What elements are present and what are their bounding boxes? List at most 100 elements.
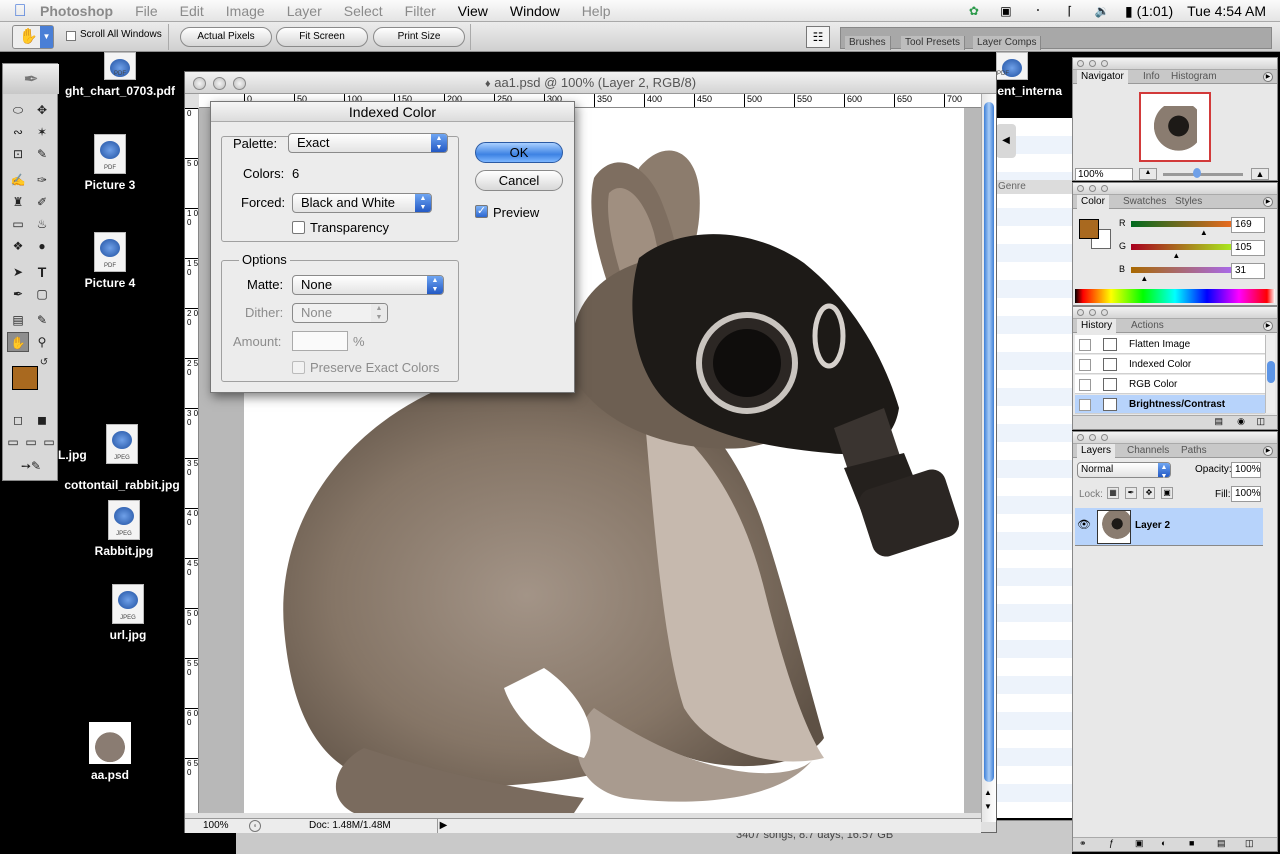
history-item[interactable]: RGB Color	[1075, 375, 1265, 394]
document-size[interactable]: Doc: 1.48M/1.48M	[309, 819, 391, 833]
leaf-status-icon[interactable]: ✿	[965, 4, 983, 18]
volume-icon[interactable]: 🔉	[1093, 4, 1111, 18]
path-selection-tool-icon[interactable]: ➤	[7, 262, 29, 282]
scroll-thumb[interactable]	[984, 102, 994, 782]
desktop-icon-cottontail-rabbit[interactable]: cottontail_rabbit.jpg	[58, 474, 186, 492]
history-scroll-thumb[interactable]	[1267, 361, 1275, 383]
tab-actions[interactable]: Actions	[1127, 319, 1168, 333]
dither-select[interactable]: None ▲ ▼	[292, 303, 388, 323]
notes-tool-icon[interactable]: ▤	[7, 310, 29, 330]
minimize-palette-button[interactable]	[1089, 309, 1096, 316]
clone-stamp-tool-icon[interactable]: ♜	[7, 192, 29, 212]
menu-select[interactable]: Select	[344, 3, 383, 19]
desktop-icon-dent-interna[interactable]: PDF dent_interna	[990, 52, 1074, 98]
crop-tool-icon[interactable]: ⊡	[7, 144, 29, 164]
scroll-down-arrow[interactable]: ▼	[984, 802, 992, 811]
navigator-preview[interactable]	[1139, 92, 1211, 162]
menu-filter[interactable]: Filter	[405, 3, 436, 19]
r-slider[interactable]	[1131, 221, 1241, 227]
palette-title-bar[interactable]	[1073, 58, 1277, 70]
vertical-ruler[interactable]: 0 5 0 1 0 0 1 5 0 2 0 0 2 5 0 3 0 0 3 5 0 4 0 0 4…	[185, 108, 199, 813]
column-header-genre[interactable]: Genre	[996, 180, 1072, 194]
zoom-tool-icon[interactable]: ⚲	[31, 332, 53, 352]
menu-image[interactable]: Image	[226, 3, 265, 19]
zoom-slider-thumb[interactable]	[1193, 168, 1201, 178]
display-icon[interactable]: ▣	[997, 4, 1015, 18]
close-palette-button[interactable]	[1077, 185, 1084, 192]
move-tool-icon[interactable]: ✥	[31, 100, 53, 120]
b-slider-thumb[interactable]: ▲	[1140, 274, 1148, 283]
palette-menu-icon[interactable]: ▶	[1263, 321, 1273, 331]
transparency-checkbox[interactable]	[292, 221, 305, 234]
hand-tool-icon[interactable]: ✋	[7, 332, 29, 352]
blend-mode-select[interactable]: Normal ▲ ▼	[1077, 462, 1171, 480]
scroll-all-windows-checkbox[interactable]	[66, 31, 76, 41]
r-value[interactable]: 169	[1231, 217, 1265, 233]
history-scrollbar[interactable]	[1265, 335, 1275, 413]
navigator-zoom-field[interactable]: 100%	[1075, 168, 1133, 181]
type-tool-icon[interactable]: T	[31, 262, 53, 282]
history-item-selected[interactable]: Brightness/Contrast	[1075, 395, 1265, 414]
layer-mask-icon[interactable]: ▣	[1135, 838, 1144, 849]
zoom-slider[interactable]	[1163, 173, 1243, 176]
new-document-from-state-icon[interactable]: ▤	[1214, 416, 1223, 427]
palette-title-bar[interactable]	[1073, 183, 1277, 195]
r-slider-thumb[interactable]: ▲	[1200, 228, 1208, 237]
zoom-window-button[interactable]	[233, 77, 246, 90]
ok-button[interactable]: OK	[475, 142, 563, 163]
palette-menu-icon[interactable]: ▶	[1263, 197, 1273, 207]
zoom-palette-button[interactable]	[1101, 185, 1108, 192]
minimize-palette-button[interactable]	[1089, 185, 1096, 192]
new-snapshot-icon[interactable]: ◉	[1237, 416, 1245, 427]
g-slider[interactable]	[1131, 244, 1241, 250]
screen-mode-full-menu-icon[interactable]: ▭	[23, 432, 39, 452]
minimize-window-button[interactable]	[213, 77, 226, 90]
desktop-icon-picture-3[interactable]: PDF Picture 3	[70, 134, 150, 192]
close-palette-button[interactable]	[1077, 434, 1084, 441]
palette-select[interactable]: Exact ▲ ▼	[288, 133, 448, 153]
zoom-in-icon[interactable]: ▲	[1251, 168, 1269, 180]
file-browser-icon[interactable]: ☷	[806, 26, 830, 48]
lock-position-icon[interactable]: ✥	[1143, 487, 1155, 499]
preserve-exact-colors-checkbox[interactable]	[292, 361, 305, 374]
status-arrow-icon[interactable]: ▶	[437, 819, 449, 833]
well-tab-layer-comps[interactable]: Layer Comps	[973, 36, 1042, 50]
history-item[interactable]: Flatten Image	[1075, 335, 1265, 354]
palette-menu-icon[interactable]: ▶	[1263, 72, 1273, 82]
desktop-icon-url-jpg[interactable]: JPEG url.jpg	[88, 584, 168, 642]
zoom-palette-button[interactable]	[1101, 309, 1108, 316]
g-value[interactable]: 105	[1231, 240, 1265, 256]
swap-colors-icon[interactable]: ↺	[37, 356, 51, 370]
vertical-scrollbar[interactable]: ▲ ▼	[981, 94, 996, 822]
zoom-out-icon[interactable]: ▲	[1139, 168, 1157, 180]
minimize-palette-button[interactable]	[1089, 434, 1096, 441]
pen-tool-icon[interactable]: ✒	[7, 284, 29, 304]
tab-styles[interactable]: Styles	[1171, 195, 1206, 209]
wifi-icon[interactable]: ⌈	[1061, 4, 1079, 18]
layer-name[interactable]: Layer 2	[1135, 520, 1170, 531]
eyedropper-tool-icon[interactable]: ✎	[31, 310, 53, 330]
b-value[interactable]: 31	[1231, 263, 1265, 279]
desktop-icon-ght-chart[interactable]: PDF ght_chart_0703.pdf	[58, 52, 182, 98]
shape-tool-icon[interactable]: ▢	[31, 284, 53, 304]
close-window-button[interactable]	[193, 77, 206, 90]
blur-tool-icon[interactable]: ❖	[7, 236, 29, 256]
color-fg-swatch[interactable]	[1079, 219, 1099, 239]
scroll-up-arrow[interactable]: ▲	[984, 788, 992, 797]
adjustment-layer-icon[interactable]: ◐	[1161, 838, 1166, 848]
close-palette-button[interactable]	[1077, 309, 1084, 316]
tab-paths[interactable]: Paths	[1177, 444, 1211, 458]
menu-edit[interactable]: Edit	[180, 3, 204, 19]
actual-pixels-button[interactable]: Actual Pixels	[180, 27, 272, 47]
cancel-button[interactable]: Cancel	[475, 170, 563, 191]
zoom-level[interactable]: 100%	[203, 819, 229, 833]
fit-screen-button[interactable]: Fit Screen	[276, 27, 368, 47]
back-button[interactable]: ◀	[996, 124, 1016, 158]
history-item[interactable]: Indexed Color	[1075, 355, 1265, 374]
tab-channels[interactable]: Channels	[1123, 444, 1173, 458]
healing-brush-tool-icon[interactable]: ✍	[7, 170, 29, 190]
history-source-checkbox[interactable]	[1079, 399, 1091, 411]
menu-view[interactable]: View	[458, 3, 488, 19]
history-source-checkbox[interactable]	[1079, 379, 1091, 391]
lock-image-icon[interactable]: ✒	[1125, 487, 1137, 499]
